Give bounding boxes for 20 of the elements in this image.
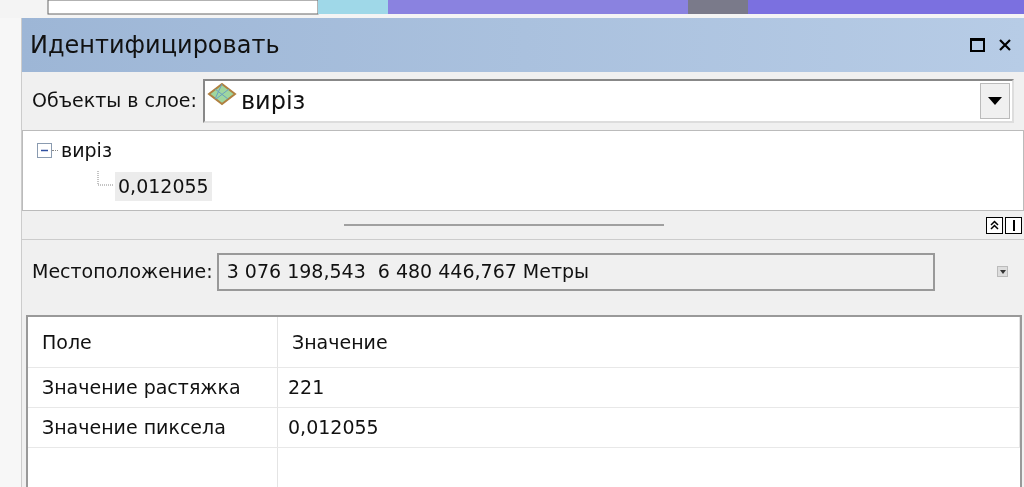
table-cell: Значение пиксела [28,407,278,447]
raster-layer-icon [206,82,237,107]
pin-icon[interactable] [1005,216,1022,234]
table-cell: 0,012055 [278,407,1020,447]
collapse-up-icon[interactable] [986,216,1003,234]
tree-item[interactable]: виріз [58,136,115,165]
table-cell: 221 [278,367,1020,407]
collapse-toggle[interactable] [37,143,52,159]
close-icon[interactable] [998,37,1012,52]
tree-item[interactable]: 0,012055 [115,172,212,201]
table-cell: Значение растяжка [28,367,278,407]
location-label: Местоположение: [32,259,213,285]
window-title: Идентифицировать [30,29,281,61]
splitter-handle[interactable] [344,224,664,227]
location-field: 3 076 198,543 6 480 446,767 Метры [216,252,935,291]
column-header: Значение [278,317,1020,367]
layer-dropdown[interactable]: виріз [202,78,1014,123]
layer-value: виріз [240,85,307,117]
column-header: Поле [28,317,278,367]
layer-label: Объекты в слое: [32,88,197,114]
